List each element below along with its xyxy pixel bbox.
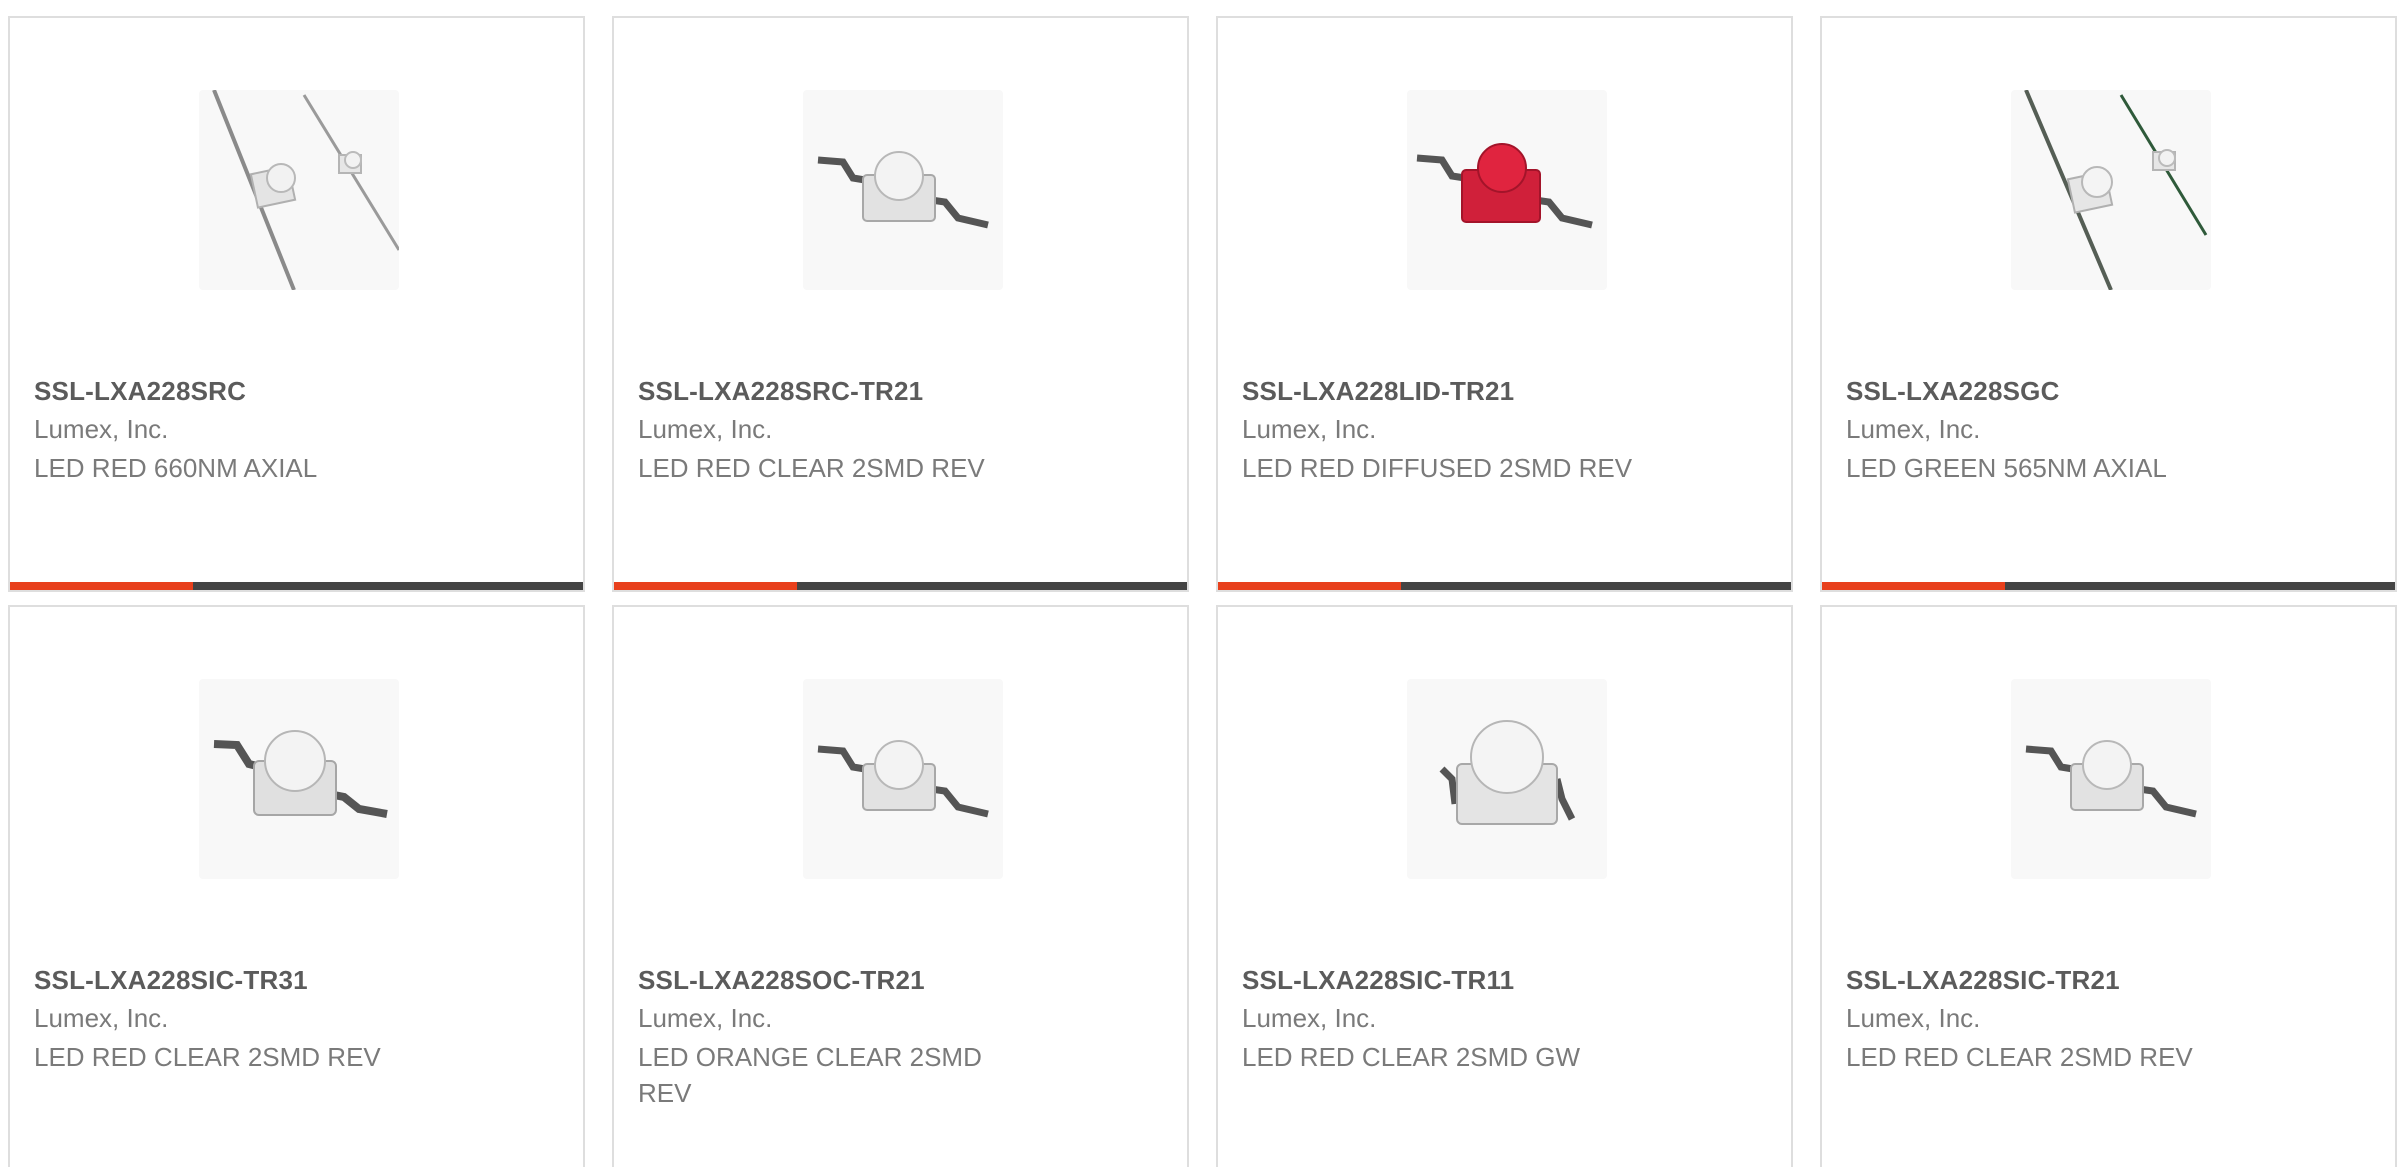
manufacturer: Lumex, Inc.	[638, 1003, 773, 1033]
led-axial-clear-icon	[199, 90, 399, 290]
part-number[interactable]: SSL-LXA228SRC	[34, 376, 246, 407]
accent-bar	[1218, 582, 1791, 590]
led-smd-clear-icon	[2011, 679, 2211, 879]
manufacturer: Lumex, Inc.	[34, 414, 169, 444]
part-number[interactable]: SSL-LXA228SIC-TR31	[34, 965, 308, 996]
manufacturer: Lumex, Inc.	[1242, 414, 1377, 444]
product-card[interactable]: SSL-LXA228SIC-TR11 Lumex, Inc. LED RED C…	[1216, 605, 1793, 1167]
led-smd-clear-icon	[1407, 679, 1607, 879]
part-number[interactable]: SSL-LXA228SGC	[1846, 376, 2060, 407]
accent-bar	[614, 582, 1187, 590]
part-number[interactable]: SSL-LXA228SIC-TR11	[1242, 965, 1514, 996]
part-number[interactable]: SSL-LXA228LID-TR21	[1242, 376, 1514, 407]
description: LED RED CLEAR 2SMD REV	[34, 1042, 381, 1072]
product-card[interactable]: SSL-LXA228SGC Lumex, Inc. LED GREEN 565N…	[1820, 16, 2397, 592]
accent-bar	[10, 582, 583, 590]
description: LED ORANGE CLEAR 2SMD REV	[638, 1042, 982, 1108]
part-number[interactable]: SSL-LXA228SOC-TR21	[638, 965, 925, 996]
product-card[interactable]: SSL-LXA228SOC-TR21 Lumex, Inc. LED ORANG…	[612, 605, 1189, 1167]
led-smd-clear-icon	[199, 679, 399, 879]
product-card[interactable]: SSL-LXA228LID-TR21 Lumex, Inc. LED RED D…	[1216, 16, 1793, 592]
led-axial-clear-icon	[2011, 90, 2211, 290]
manufacturer: Lumex, Inc.	[1242, 1003, 1377, 1033]
product-card[interactable]: SSL-LXA228SRC Lumex, Inc. LED RED 660NM …	[8, 16, 585, 592]
manufacturer: Lumex, Inc.	[34, 1003, 169, 1033]
product-card[interactable]: SSL-LXA228SIC-TR31 Lumex, Inc. LED RED C…	[8, 605, 585, 1167]
led-smd-clear-icon	[803, 679, 1003, 879]
description: LED RED DIFFUSED 2SMD REV	[1242, 453, 1633, 483]
led-smd-red-diffused-icon	[1407, 90, 1607, 290]
led-smd-clear-icon	[803, 90, 1003, 290]
part-number[interactable]: SSL-LXA228SRC-TR21	[638, 376, 923, 407]
part-number[interactable]: SSL-LXA228SIC-TR21	[1846, 965, 2120, 996]
description: LED RED CLEAR 2SMD REV	[1846, 1042, 2193, 1072]
product-card[interactable]: SSL-LXA228SIC-TR21 Lumex, Inc. LED RED C…	[1820, 605, 2397, 1167]
accent-bar	[1822, 582, 2395, 590]
description: LED RED CLEAR 2SMD REV	[638, 453, 985, 483]
description: LED GREEN 565NM AXIAL	[1846, 453, 2167, 483]
manufacturer: Lumex, Inc.	[1846, 1003, 1981, 1033]
description: LED RED 660NM AXIAL	[34, 453, 318, 483]
product-grid: SSL-LXA228SRC Lumex, Inc. LED RED 660NM …	[0, 0, 2400, 1167]
manufacturer: Lumex, Inc.	[638, 414, 773, 444]
manufacturer: Lumex, Inc.	[1846, 414, 1981, 444]
description: LED RED CLEAR 2SMD GW	[1242, 1042, 1581, 1072]
product-card[interactable]: SSL-LXA228SRC-TR21 Lumex, Inc. LED RED C…	[612, 16, 1189, 592]
